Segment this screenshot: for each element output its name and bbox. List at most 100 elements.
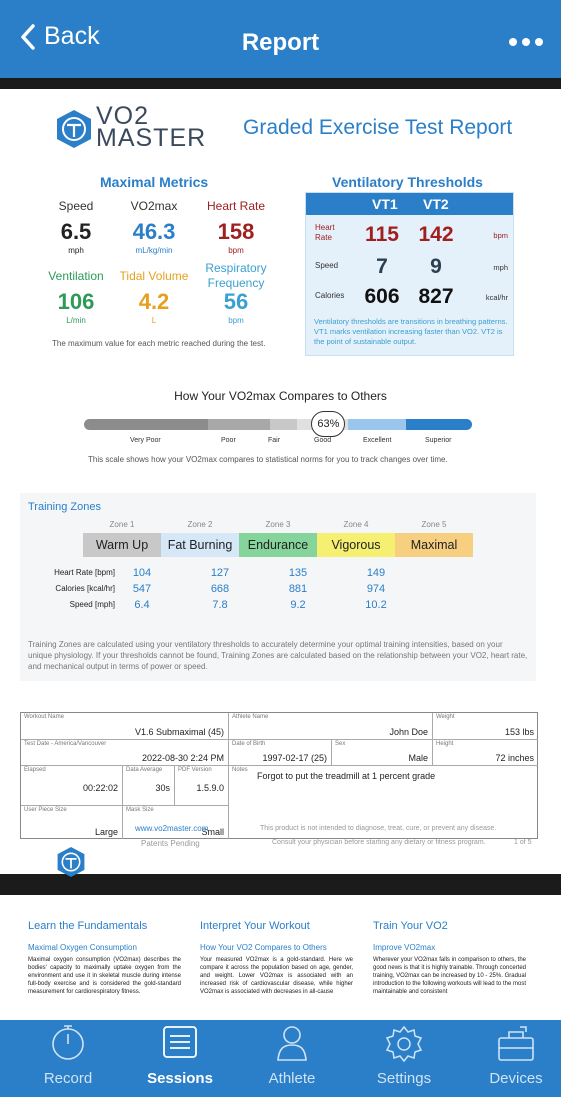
zone-row-value: 547 bbox=[132, 583, 152, 595]
footer-page-number: 1 of 5 bbox=[514, 839, 532, 846]
dob-value: 1997-02-17 (25) bbox=[262, 753, 327, 763]
compare-note: This scale shows how your VO2max compare… bbox=[88, 455, 448, 464]
compare-segment bbox=[406, 419, 472, 430]
person-icon bbox=[277, 1026, 307, 1061]
compare-label: Poor bbox=[221, 437, 236, 444]
device-case-icon bbox=[498, 1026, 534, 1061]
gear-icon bbox=[385, 1025, 423, 1063]
page-title: Report bbox=[241, 29, 320, 56]
zone-header: Zone 1 bbox=[109, 520, 135, 529]
workout-name-cell: Workout Name V1.6 Submaximal (45) bbox=[21, 713, 229, 740]
tab-record[interactable]: Record bbox=[12, 1020, 124, 1097]
elapsed-label: Elapsed bbox=[24, 767, 46, 773]
piece-size-cell: User Piece Size Large bbox=[21, 806, 123, 839]
vt-row-unit: bpm bbox=[493, 231, 508, 240]
vt-row-label: Speed bbox=[315, 261, 339, 270]
piece-size-value: Large bbox=[94, 827, 118, 837]
tab-athlete[interactable]: Athlete bbox=[236, 1020, 348, 1097]
zone-name: Vigorous bbox=[317, 533, 395, 557]
weight-cell: Weight 153 lbs bbox=[433, 713, 538, 740]
athlete-cell: Athlete Name John Doe bbox=[229, 713, 433, 740]
zone-name: Endurance bbox=[239, 533, 317, 557]
metric-unit: bpm bbox=[228, 246, 244, 255]
report-page-1[interactable]: VO2 MASTER Graded Exercise Test Report M… bbox=[0, 89, 561, 877]
report-title: Graded Exercise Test Report bbox=[243, 116, 513, 139]
footer-url[interactable]: www.vo2master.com bbox=[135, 824, 208, 833]
dob-cell: Date of Birth 1997-02-17 (25) bbox=[229, 740, 332, 766]
training-zones-panel: Training Zones Zone 1 Warm Up Zone 2 Fat Bu… bbox=[20, 493, 536, 681]
zone-row-value: 104 bbox=[132, 567, 152, 579]
footer-disclaimer-2: Consult your physician before starting a… bbox=[272, 839, 486, 846]
column-heading: Train Your VO2 bbox=[373, 920, 448, 932]
vt1-value: 606 bbox=[364, 285, 400, 308]
dob-label: Date of Birth bbox=[232, 741, 266, 747]
workout-name-label: Workout Name bbox=[24, 714, 64, 720]
zone-row-value: 881 bbox=[288, 583, 308, 595]
vt-row-unit: mph bbox=[493, 263, 508, 272]
compare-title: How Your VO2max Compares to Others bbox=[174, 389, 387, 403]
compare-label: Superior bbox=[425, 437, 452, 444]
zone-name: Warm Up bbox=[83, 533, 161, 557]
column-heading: Learn the Fundamentals bbox=[28, 920, 148, 932]
test-date-cell: Test Date - America/Vancouver 2022-08-30 … bbox=[21, 740, 229, 766]
column-body: Maximal oxygen consumption (VO2max) desc… bbox=[28, 957, 181, 995]
column-subheading: Improve VO2max bbox=[373, 943, 436, 952]
compare-segment bbox=[270, 419, 298, 430]
zone-row-value: 7.8 bbox=[212, 599, 228, 611]
notes-value: Forgot to put the treadmill at 1 percent… bbox=[257, 771, 436, 781]
maximal-metrics-title: Maximal Metrics bbox=[100, 174, 209, 190]
vt2-value: 9 bbox=[430, 255, 442, 278]
session-info-table: Workout Name V1.6 Submaximal (45) Athlete… bbox=[20, 712, 538, 839]
elapsed-cell: Elapsed 00:22:02 bbox=[21, 766, 123, 806]
app-root: Back Report VO2 MASTER Graded Exercise T… bbox=[0, 0, 561, 1097]
data-average-value: 30s bbox=[155, 783, 170, 793]
footer-patents: Patents Pending bbox=[141, 839, 200, 848]
vt2-value: 142 bbox=[418, 223, 454, 246]
vt1-value: 7 bbox=[376, 255, 388, 278]
weight-label: Weight bbox=[436, 714, 455, 720]
report-page-2[interactable]: Learn the Fundamentals Maximal Oxygen Con… bbox=[0, 895, 561, 1020]
data-average-label: Data Average bbox=[126, 767, 163, 773]
compare-label: Very Poor bbox=[130, 437, 161, 444]
metric-label: Respiratory Frequency bbox=[205, 261, 267, 290]
vt1-value: 115 bbox=[365, 223, 399, 246]
zone-row-label: Speed [mph] bbox=[69, 600, 115, 609]
compare-label: Excellent bbox=[363, 437, 392, 444]
more-options-button[interactable] bbox=[509, 38, 543, 46]
pdf-version-label: PDF Version bbox=[178, 767, 212, 773]
tab-sessions[interactable]: Sessions bbox=[124, 1020, 236, 1097]
zone-row-value: 668 bbox=[210, 583, 230, 595]
sex-value: Male bbox=[408, 753, 428, 763]
zone-row-value: 10.2 bbox=[365, 599, 387, 611]
metric-label: Heart Rate bbox=[206, 199, 266, 213]
more-dot-icon bbox=[522, 38, 530, 46]
test-date-value: 2022-08-30 2:24 PM bbox=[141, 753, 224, 763]
nav-bar: Back Report bbox=[0, 0, 561, 78]
piece-size-label: User Piece Size bbox=[24, 807, 67, 813]
tab-athlete-label: Athlete bbox=[268, 1070, 316, 1087]
tab-settings[interactable]: Settings bbox=[348, 1020, 460, 1097]
compare-segment bbox=[84, 419, 209, 430]
mask-size-cell: Mask Size Small bbox=[123, 806, 229, 839]
tab-record-label: Record bbox=[43, 1070, 93, 1087]
height-value: 72 inches bbox=[495, 753, 534, 763]
sex-label: Sex bbox=[335, 741, 346, 747]
training-zones-note: Training Zones are calculated using your… bbox=[28, 640, 528, 671]
pdf-version-cell: PDF Version 1.5.9.0 bbox=[175, 766, 229, 806]
compare-segment bbox=[208, 419, 271, 430]
metric-value: 158 bbox=[217, 219, 255, 244]
zone-row-value: 6.4 bbox=[134, 599, 150, 611]
height-cell: Height 72 inches bbox=[433, 740, 538, 766]
zone-row-value: 149 bbox=[366, 567, 386, 579]
stopwatch-icon bbox=[52, 1025, 84, 1060]
zone-header: Zone 3 bbox=[265, 520, 291, 529]
elapsed-value: 00:22:02 bbox=[82, 783, 118, 793]
height-label: Height bbox=[436, 741, 454, 747]
vt-header-bar bbox=[306, 193, 513, 215]
compare-segment bbox=[347, 419, 407, 430]
data-average-cell: Data Average 30s bbox=[123, 766, 175, 806]
zone-row-label: Heart Rate [bpm] bbox=[54, 568, 115, 577]
tab-devices[interactable]: Devices bbox=[460, 1020, 561, 1097]
zone-row-value: 974 bbox=[366, 583, 386, 595]
zone-header: Zone 4 bbox=[343, 520, 369, 529]
